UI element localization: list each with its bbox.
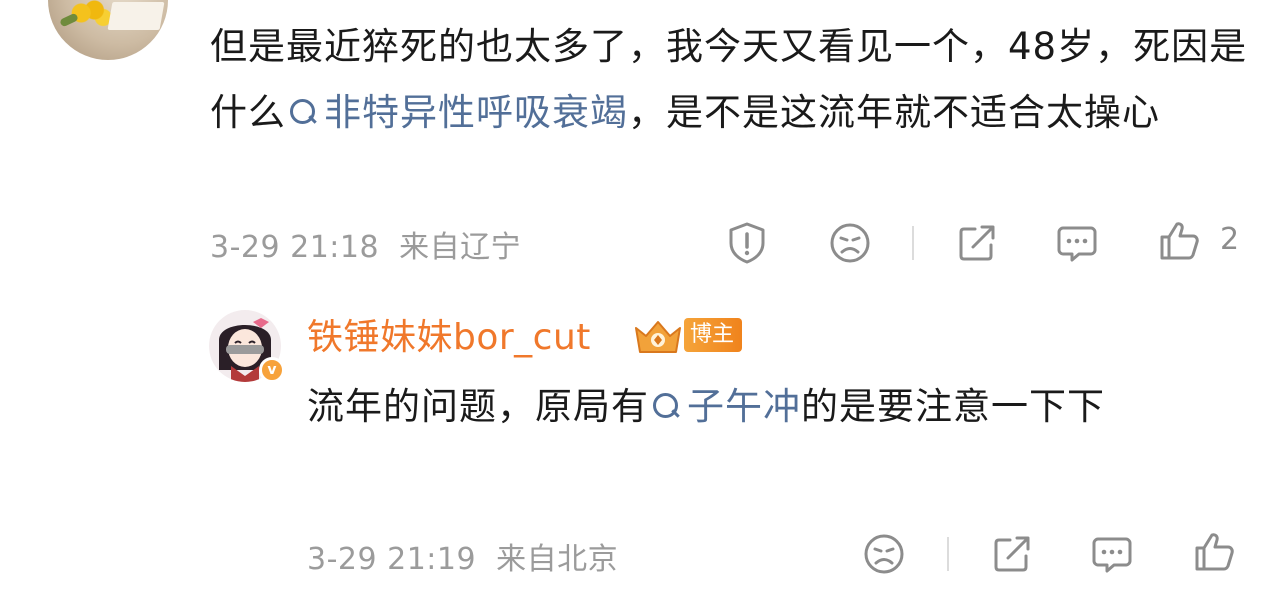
reply-location: 来自北京 — [496, 542, 619, 577]
reply-like-thumb-icon[interactable] — [1192, 530, 1236, 574]
crown-icon — [632, 318, 684, 360]
reply-comment-bubble-icon[interactable] — [1090, 532, 1134, 576]
reply-topic-label: 子午冲 — [687, 385, 801, 428]
reply-share-icon[interactable] — [990, 532, 1034, 576]
dislike-face-icon[interactable] — [828, 221, 872, 265]
search-icon — [288, 97, 318, 127]
reply-action-divider — [947, 537, 949, 571]
verified-badge-icon: v — [259, 357, 285, 383]
comment-meta: 3-29 21:18 来自辽宁 — [210, 222, 521, 266]
action-divider — [912, 226, 914, 260]
comment-bubble-icon[interactable] — [1055, 221, 1099, 265]
comment-text-part2: ，是不是这流年就不适合太操心 — [628, 91, 1160, 134]
avatar-book — [107, 2, 165, 30]
like-thumb-icon[interactable] — [1157, 219, 1201, 263]
comment-timestamp: 3-29 21:18 — [210, 230, 380, 265]
reply-username[interactable]: 铁锤妹妹bor_cut — [307, 308, 591, 360]
comment-topic-label: 非特异性呼吸衰竭 — [324, 91, 628, 134]
search-icon — [651, 391, 681, 421]
reply-topic-link[interactable]: 子午冲 — [649, 385, 801, 428]
comment-location: 来自辽宁 — [399, 230, 522, 265]
reply-text: 流年的问题，原局有 子午冲的是要注意一下下 — [307, 376, 1237, 438]
author-badge: 博主 — [684, 318, 743, 352]
report-icon[interactable] — [725, 221, 769, 265]
reply-meta: 3-29 21:19 来自北京 — [307, 534, 618, 578]
reply-text-part2: 的是要注意一下下 — [801, 385, 1105, 428]
reply-text-part1: 流年的问题，原局有 — [307, 385, 649, 428]
commenter-avatar[interactable] — [48, 0, 168, 60]
share-icon[interactable] — [955, 221, 999, 265]
reply-timestamp: 3-29 21:19 — [307, 542, 477, 577]
like-count: 2 — [1220, 222, 1240, 257]
reply-dislike-face-icon[interactable] — [862, 532, 906, 576]
comment-topic-link[interactable]: 非特异性呼吸衰竭 — [286, 91, 628, 134]
comment-text: 但是最近猝死的也太多了，我今天又看见一个，48岁，死因是什么 非特异性呼吸衰竭，是… — [210, 14, 1260, 146]
